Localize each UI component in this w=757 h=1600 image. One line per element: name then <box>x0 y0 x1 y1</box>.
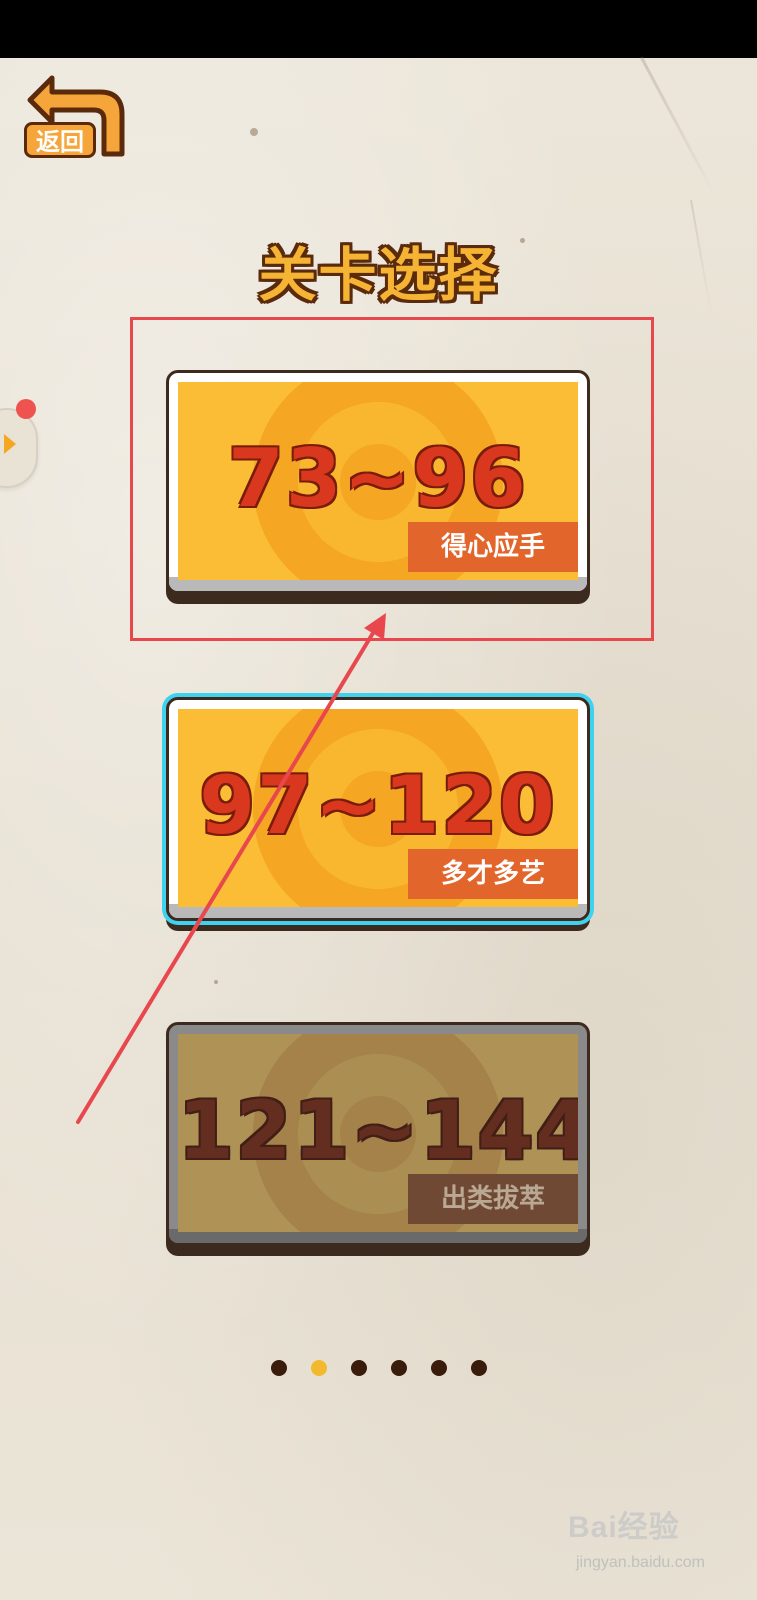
baidu-watermark: Bai经验 <box>568 1494 748 1554</box>
level-tag: 得心应手 <box>408 522 578 572</box>
page-indicator <box>0 1360 757 1384</box>
card-face: 121~144 出类拔萃 <box>178 1034 578 1232</box>
paper-speck <box>214 980 218 984</box>
level-tag: 出类拔萃 <box>408 1174 578 1224</box>
notification-dot <box>16 399 36 419</box>
level-range: 121~144 <box>178 1084 578 1177</box>
level-range: 73~96 <box>228 432 528 525</box>
chevron-right-icon <box>4 434 16 454</box>
level-card[interactable]: 121~144 出类拔萃 <box>166 1022 590 1256</box>
page-dot[interactable] <box>470 1360 487 1376</box>
page-dot[interactable] <box>270 1360 287 1376</box>
level-range: 97~120 <box>199 759 557 852</box>
page-dot[interactable] <box>350 1360 367 1376</box>
card-face: 73~96 得心应手 <box>178 382 578 580</box>
back-button[interactable]: 返回 <box>22 70 126 160</box>
page-dot-active[interactable] <box>310 1360 327 1376</box>
page-dot[interactable] <box>430 1360 447 1376</box>
page-dot[interactable] <box>390 1360 407 1376</box>
watermark-brand: Bai经验 <box>568 1511 680 1544</box>
level-tag: 多才多艺 <box>408 849 578 899</box>
status-bar <box>0 0 757 58</box>
level-card[interactable]: 73~96 得心应手 <box>166 370 590 604</box>
watermark-url: jingyan.baidu.com <box>576 1554 705 1571</box>
page-title: 关卡选择 <box>258 241 499 309</box>
card-face: 97~120 多才多艺 <box>178 709 578 907</box>
level-card[interactable]: 97~120 多才多艺 <box>166 697 590 931</box>
back-label: 返回 <box>24 122 96 158</box>
paper-speck <box>250 128 258 136</box>
